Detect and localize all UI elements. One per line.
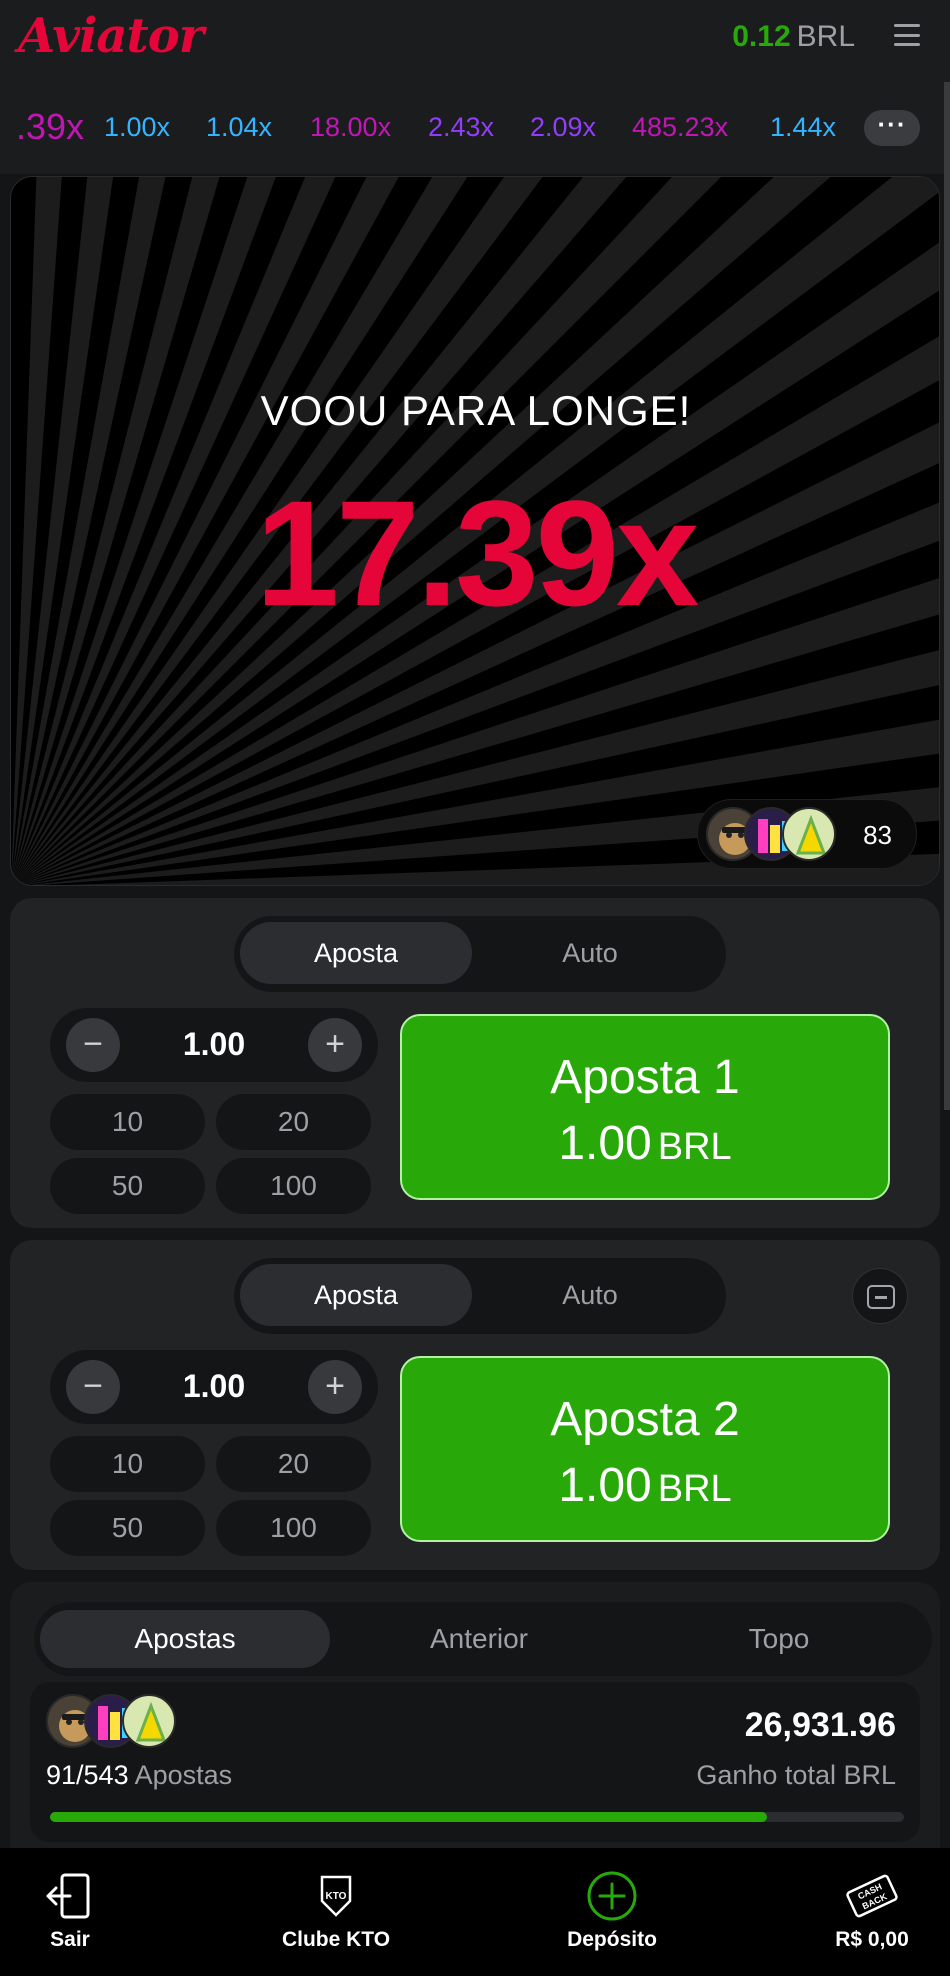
balance-amount: 0.12: [732, 20, 791, 53]
bets-tabs: Apostas Anterior Topo: [34, 1602, 932, 1676]
tab-auto[interactable]: Auto: [474, 1264, 706, 1326]
bets-progress-bar: [50, 1812, 904, 1822]
bet-amount-input[interactable]: 1.00: [130, 1368, 298, 1405]
history-item: 1.00x: [104, 112, 171, 142]
bet-button-title: Aposta 2: [550, 1393, 740, 1446]
menu-icon[interactable]: [894, 24, 920, 46]
bet-button-amount: 1.00 BRL: [402, 1458, 888, 1513]
nav-deposit-label: Depósito: [567, 1928, 657, 1951]
aviator-logo: Aviator: [18, 8, 204, 64]
quick-amount-button[interactable]: 100: [216, 1500, 371, 1556]
balance: 0.12 BRL: [732, 20, 855, 54]
club-icon: KTO: [246, 1868, 426, 1924]
quick-amount-button[interactable]: 20: [216, 1436, 371, 1492]
bets-progress-fill: [50, 1812, 768, 1822]
bet-amount-stepper: − 1.00 +: [50, 1008, 378, 1082]
exit-icon: [0, 1868, 160, 1924]
avatar: [782, 807, 836, 861]
bottom-nav: Sair KTO Clube KTO Depósito CASH BACK R$ …: [0, 1848, 950, 1976]
bet-button-value: 1.00: [558, 1117, 652, 1170]
history-item: 2.09x: [530, 112, 597, 142]
bets-section: Apostas Anterior Topo 26,931.96 Ganho to…: [10, 1582, 940, 1850]
bet-mode-tabs: Aposta Auto: [234, 916, 726, 992]
quick-amount-button[interactable]: 10: [50, 1094, 205, 1150]
nav-club[interactable]: KTO Clube KTO: [246, 1868, 426, 1952]
quick-amount-button[interactable]: 50: [50, 1158, 205, 1214]
app-header: Aviator 0.12 BRL: [0, 0, 950, 82]
scrollbar[interactable]: [944, 82, 950, 1110]
bet-button-amount: 1.00 BRL: [402, 1116, 888, 1171]
round-status: VOOU PARA LONGE!: [260, 387, 692, 434]
history-item: 485.23x: [632, 112, 729, 142]
nav-exit[interactable]: Sair: [0, 1868, 160, 1952]
quick-amount-button[interactable]: 100: [216, 1158, 371, 1214]
tab-previous[interactable]: Anterior: [334, 1610, 624, 1668]
bet-panel-2: Aposta Auto − 1.00 + 10 20 50 100 Aposta…: [10, 1240, 940, 1570]
bet-button-value: 1.00: [558, 1459, 652, 1512]
nav-deposit[interactable]: Depósito: [522, 1868, 702, 1952]
bets-summary: 26,931.96 Ganho total BRL 91/543 Apostas: [30, 1682, 920, 1842]
nav-cashback-label: R$ 0,00: [835, 1928, 909, 1951]
plus-icon[interactable]: +: [308, 1018, 362, 1072]
avatar: [122, 1694, 176, 1748]
history-item: 2.43x: [428, 112, 495, 142]
bet-button-currency: BRL: [657, 1126, 732, 1168]
quick-amount-button[interactable]: 50: [50, 1500, 205, 1556]
nav-club-label: Clube KTO: [281, 1928, 391, 1951]
history-item: 18.00x: [310, 112, 392, 142]
place-bet-button-1[interactable]: Aposta 1 1.00 BRL: [400, 1014, 890, 1200]
tab-bet[interactable]: Aposta: [240, 922, 472, 984]
minus-icon[interactable]: −: [66, 1360, 120, 1414]
tab-all-bets[interactable]: Apostas: [40, 1610, 330, 1668]
cashback-icon: CASH BACK: [782, 1868, 950, 1924]
bet-count-value: 91/543: [46, 1760, 129, 1790]
bet-button-currency: BRL: [657, 1468, 732, 1510]
deposit-icon: [522, 1868, 702, 1924]
history-item: 1.04x: [206, 112, 273, 142]
more-icon[interactable]: ···: [864, 110, 920, 146]
minus-icon[interactable]: −: [66, 1018, 120, 1072]
total-win-label: Ganho total BRL: [696, 1760, 896, 1790]
bet-amount-stepper: − 1.00 +: [50, 1350, 378, 1424]
round-multiplier: 17.39x: [255, 469, 700, 637]
remove-bet-icon[interactable]: [852, 1268, 908, 1324]
players-count: 83: [863, 820, 892, 850]
nav-exit-label: Sair: [50, 1928, 90, 1951]
multiplier-history: .39x 1.00x 1.04x 18.00x 2.43x 2.09x 485.…: [0, 82, 950, 174]
tab-top[interactable]: Topo: [634, 1610, 924, 1668]
bet-amount-input[interactable]: 1.00: [130, 1026, 298, 1063]
tab-bet[interactable]: Aposta: [240, 1264, 472, 1326]
nav-cashback[interactable]: CASH BACK R$ 0,00: [782, 1868, 950, 1952]
tab-auto[interactable]: Auto: [474, 922, 706, 984]
quick-amount-button[interactable]: 10: [50, 1436, 205, 1492]
plus-icon[interactable]: +: [308, 1360, 362, 1414]
history-item: .39x: [16, 106, 85, 147]
place-bet-button-2[interactable]: Aposta 2 1.00 BRL: [400, 1356, 890, 1542]
quick-amount-button[interactable]: 20: [216, 1094, 371, 1150]
bet-panel-1: Aposta Auto − 1.00 + 10 20 50 100 Aposta…: [10, 898, 940, 1228]
bet-mode-tabs: Aposta Auto: [234, 1258, 726, 1334]
club-icon-text: KTO: [326, 1891, 347, 1902]
bet-count-label: Apostas: [134, 1760, 233, 1790]
game-canvas: VOOU PARA LONGE! 17.39x 83: [10, 176, 940, 886]
balance-currency: BRL: [796, 20, 855, 53]
history-item: 1.44x: [770, 112, 837, 142]
bet-count: 91/543 Apostas: [46, 1760, 232, 1791]
players-online[interactable]: 83: [697, 799, 917, 869]
bet-button-title: Aposta 1: [550, 1051, 740, 1104]
total-win-amount: 26,931.96: [744, 1706, 896, 1744]
